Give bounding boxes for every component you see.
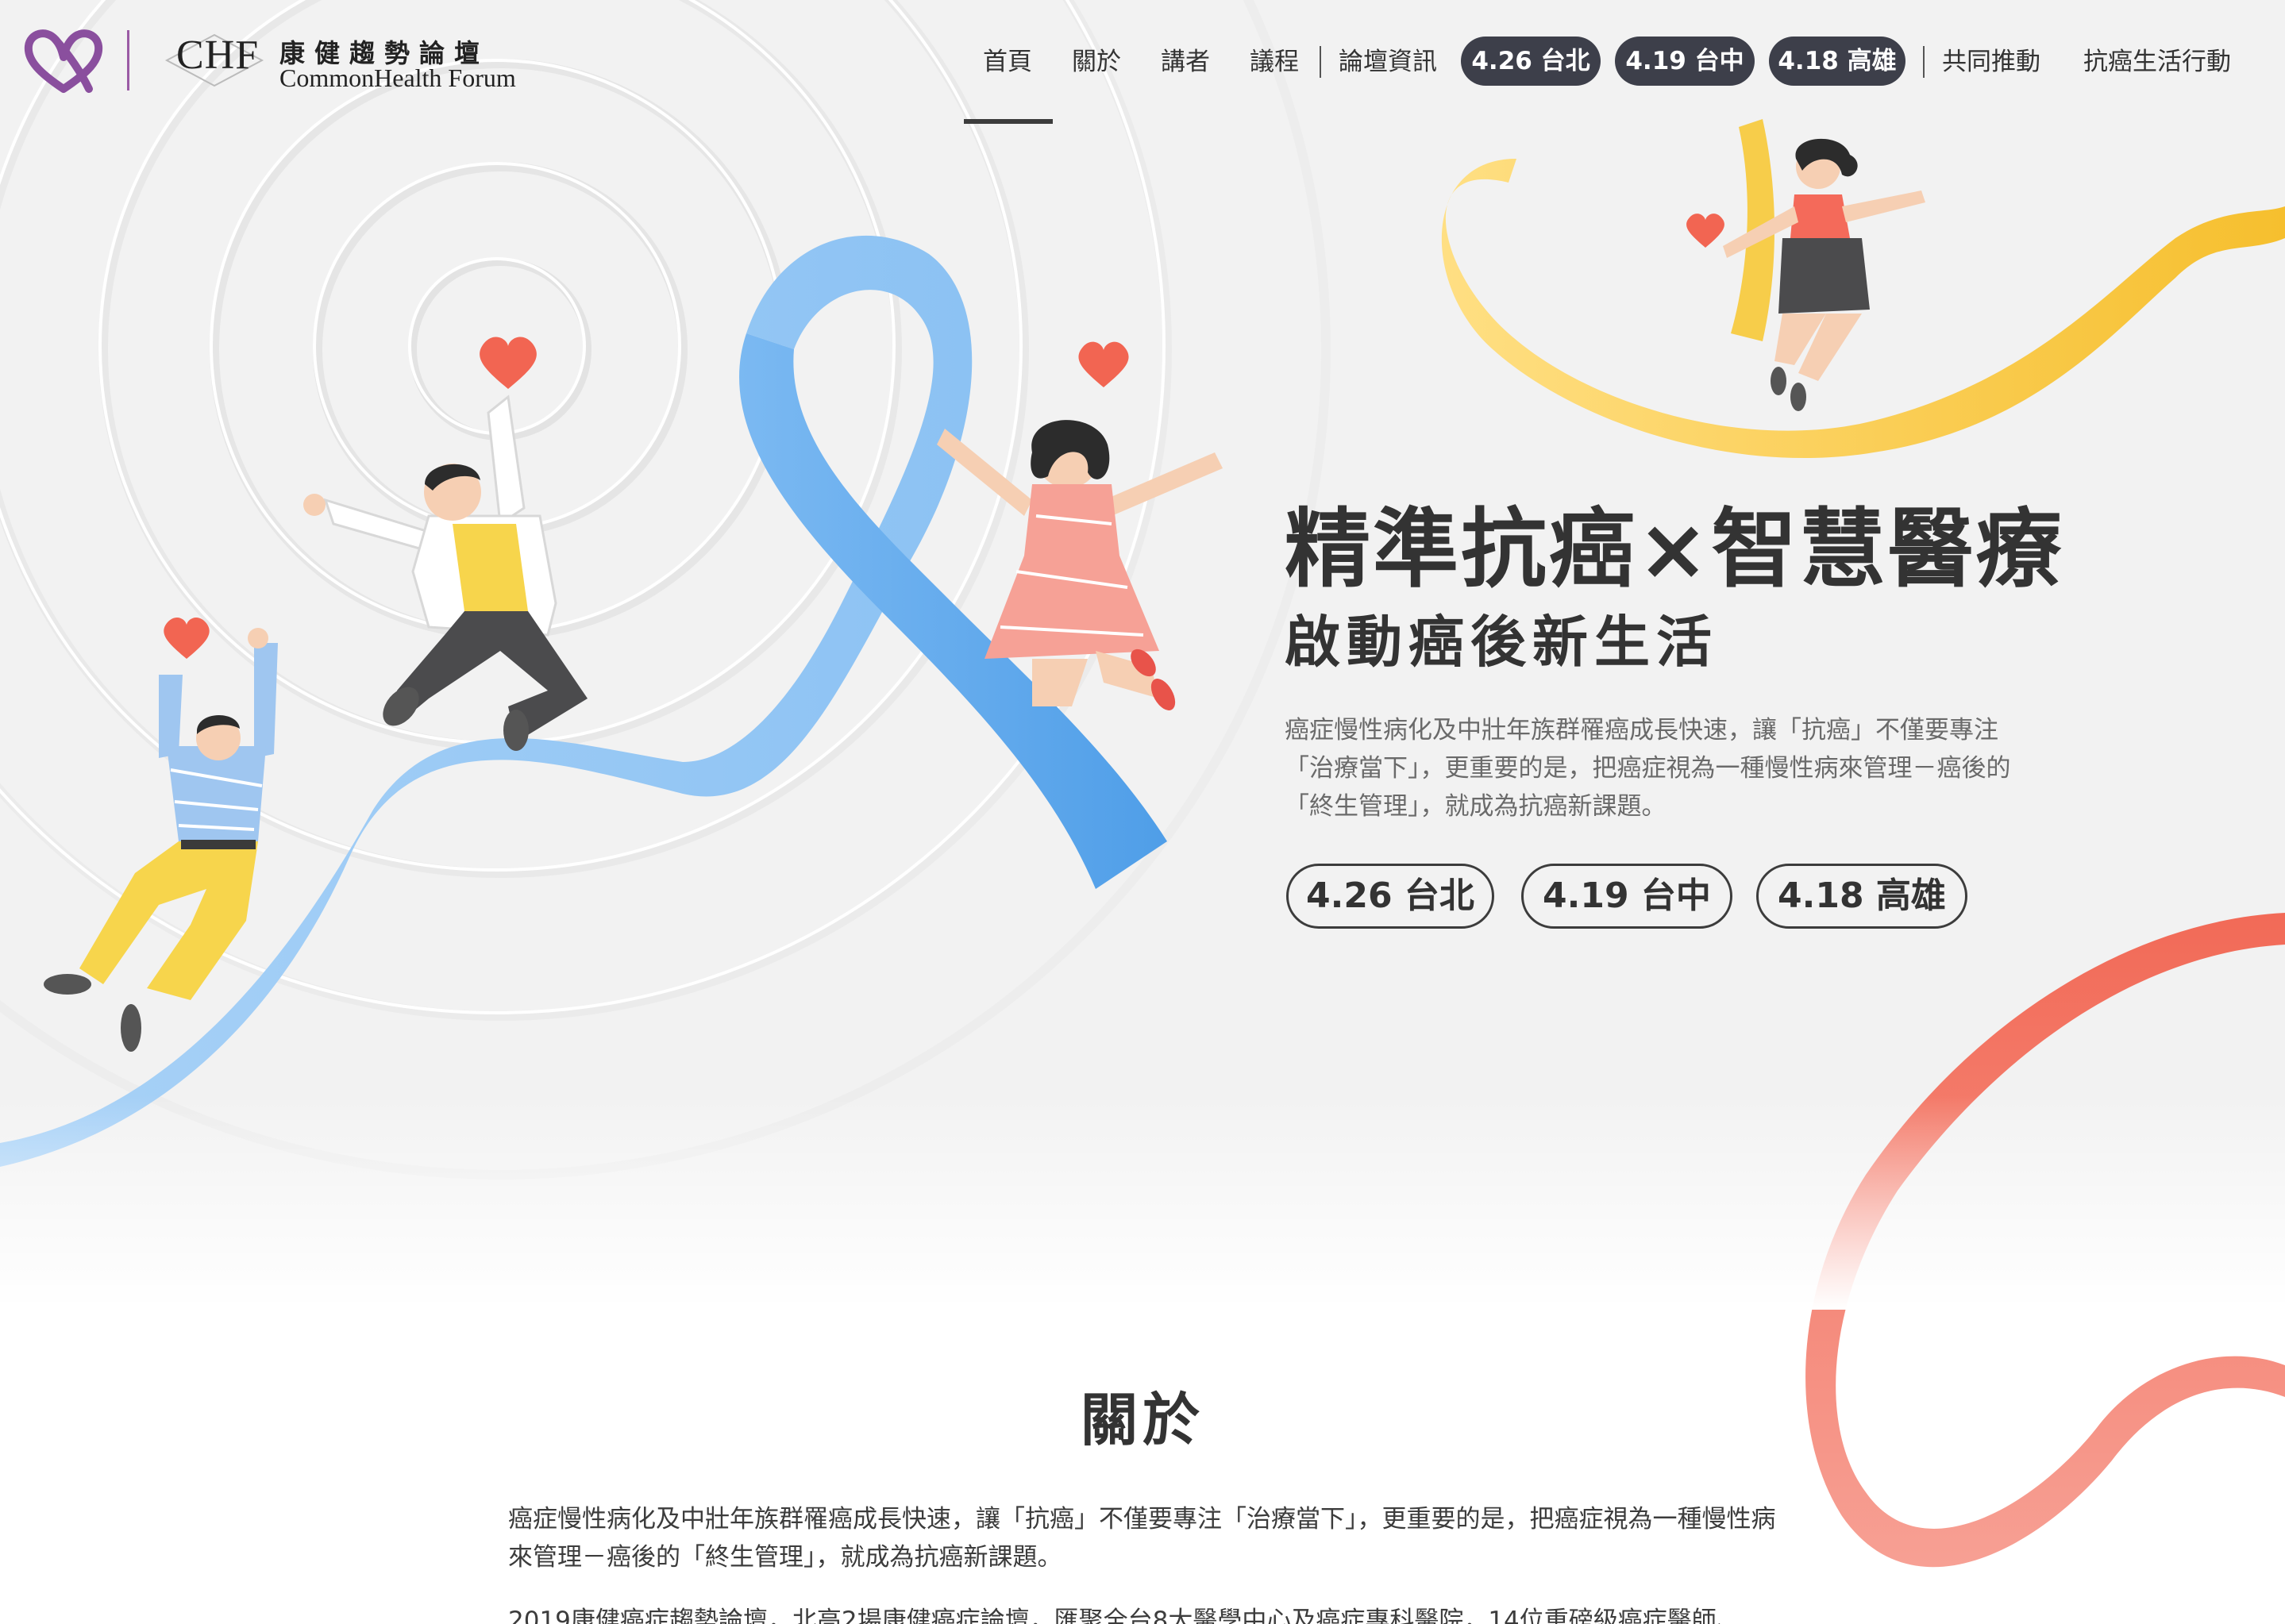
hero-fade <box>0 1095 2285 1310</box>
about-title: 關於 <box>1080 1387 1204 1453</box>
nav-item-about[interactable]: 關於 <box>1072 46 1121 78</box>
page: CHF 康健趨勢論壇 CommonHealth Forum 首頁 關於 講者 議… <box>0 0 2285 1624</box>
heart-ribbon-logo-icon[interactable] <box>24 25 103 97</box>
date-button-kaohsiung[interactable]: 4.18 高雄 <box>1756 864 1967 929</box>
hero-description: 癌症慢性病化及中壯年族群罹癌成長快速，讓「抗癌」不僅要專注「治療當下」，更重要的… <box>1285 716 2011 821</box>
nav-item-forum-info[interactable]: 論壇資訊 <box>1339 46 1437 78</box>
nav-item-anti-cancer-action[interactable]: 抗癌生活行動 <box>2083 46 2231 78</box>
nav-separator <box>1923 46 1925 78</box>
nav-item-co-promotion[interactable]: 共同推動 <box>1942 46 2040 78</box>
nav-pill-taichung[interactable]: 4.19 台中 <box>1615 37 1755 86</box>
nav-separator <box>1320 46 1321 78</box>
nav-active-indicator <box>964 119 1053 124</box>
site-header: CHF 康健趨勢論壇 CommonHealth Forum 首頁 關於 講者 議… <box>0 0 2285 127</box>
logo-divider <box>127 30 129 90</box>
nav-item-home[interactable]: 首頁 <box>983 46 1032 78</box>
about-paragraph: 2019康健癌症趨勢論壇，北高2場康健癌症論壇，匯聚全台8大醫學中心及癌症專科醫… <box>508 1607 1741 1624</box>
brand-name-english: CommonHealth Forum <box>279 63 516 92</box>
about-paragraph: 癌症慢性病化及中壯年族群罹癌成長快速，讓「抗癌」不僅要專注「治療當下」，更重要的… <box>508 1505 1776 1572</box>
man-blue-sweater-figure <box>44 628 278 1052</box>
nav-item-speakers[interactable]: 講者 <box>1161 46 1210 78</box>
chf-logo-mark[interactable]: CHF <box>176 32 259 79</box>
hero-subtitle: 啟動癌後新生活 <box>1285 610 1718 675</box>
date-button-taichung[interactable]: 4.19 台中 <box>1521 864 1732 929</box>
nav-item-agenda[interactable]: 議程 <box>1250 46 1299 78</box>
hero-title: 精準抗癌×智慧醫療 <box>1285 500 2064 599</box>
nav-pill-taipei[interactable]: 4.26 台北 <box>1461 37 1601 86</box>
nav-pill-kaohsiung[interactable]: 4.18 高雄 <box>1769 37 1905 86</box>
date-button-taipei[interactable]: 4.26 台北 <box>1286 864 1494 929</box>
